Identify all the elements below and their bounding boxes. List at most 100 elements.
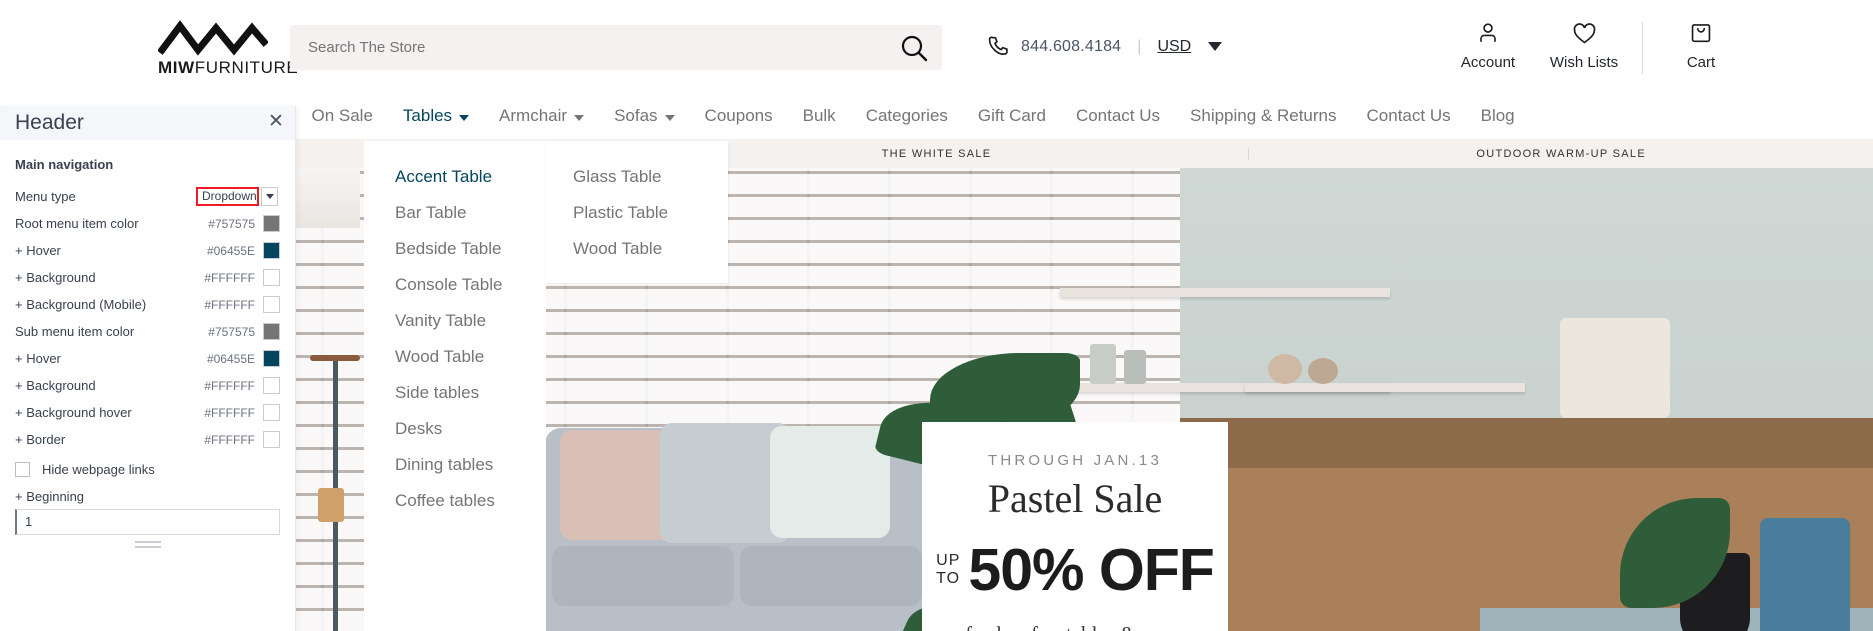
nav-item-shipping-returns[interactable]: Shipping & Returns: [1175, 106, 1351, 126]
setting-row-hide-webpage-links[interactable]: Hide webpage links: [15, 455, 280, 483]
zigzag-logo-icon: [158, 20, 278, 56]
menu-type-select[interactable]: Dropdown: [196, 187, 280, 206]
coffee-machine: [1560, 318, 1670, 418]
color-swatch[interactable]: [263, 350, 280, 367]
currency-label[interactable]: USD: [1157, 38, 1191, 56]
dropdown-item-label: Desks: [395, 419, 443, 438]
nav-item-on-sale[interactable]: On Sale: [296, 106, 387, 126]
setting-label: + Hover: [15, 243, 61, 258]
vertical-divider: [1642, 22, 1643, 74]
lamp-shade: [318, 488, 344, 522]
promo-card[interactable]: THROUGH JAN.13 Pastel Sale UP TO 50% OFF…: [922, 422, 1228, 631]
dropdown-item-console-table[interactable]: Console Table: [364, 267, 546, 303]
sofa-seat: [552, 546, 734, 606]
menu-type-value[interactable]: Dropdown: [196, 187, 259, 206]
dropdown-item-wood-table[interactable]: Wood Table: [364, 339, 546, 375]
wishlists-button[interactable]: Wish Lists: [1536, 18, 1632, 71]
dropdown-item-label: Coffee tables: [395, 491, 495, 510]
nav-label: Shipping & Returns: [1190, 106, 1337, 125]
dropdown-item-label: Console Table: [395, 275, 503, 294]
setting-value: #FFFFFF: [204, 270, 255, 285]
phone-number[interactable]: 844.608.4184: [1021, 38, 1121, 56]
nav-item-sofas[interactable]: Sofas: [599, 106, 689, 126]
submenu-item-wood-table[interactable]: Wood Table: [546, 231, 728, 267]
nav-item-gift-card[interactable]: Gift Card: [963, 106, 1061, 126]
tables-dropdown-menu: Accent Table Bar Table Bedside Table Con…: [364, 141, 584, 631]
color-swatch[interactable]: [263, 377, 280, 394]
setting-row-root-background: + Background #FFFFFF: [15, 264, 280, 291]
close-icon[interactable]: ✕: [266, 112, 286, 132]
logo-bold: MIW: [158, 58, 195, 77]
cart-icon: [1653, 18, 1749, 48]
nav-item-blog[interactable]: Blog: [1466, 106, 1530, 126]
color-swatch[interactable]: [263, 404, 280, 421]
setting-row-menu-type: Menu type Dropdown: [15, 183, 280, 210]
panel-title: Header: [15, 111, 84, 134]
submenu-item-glass-table[interactable]: Glass Table: [546, 159, 728, 195]
color-swatch[interactable]: [263, 431, 280, 448]
submenu-item-plastic-table[interactable]: Plastic Table: [546, 195, 728, 231]
nav-item-contact-us-2[interactable]: Contact Us: [1352, 106, 1466, 126]
nav-item-armchair[interactable]: Armchair: [484, 106, 599, 126]
color-swatch[interactable]: [263, 269, 280, 286]
color-swatch[interactable]: [263, 296, 280, 313]
nav-item-contact-us[interactable]: Contact Us: [1061, 106, 1175, 126]
chevron-down-icon[interactable]: [1208, 42, 1223, 51]
chevron-down-icon: [664, 114, 675, 121]
cart-button[interactable]: Cart: [1653, 18, 1749, 71]
hide-webpage-links-checkbox[interactable]: [15, 461, 30, 477]
chair: [1760, 518, 1850, 631]
user-icon: [1440, 18, 1536, 48]
dropdown-item-label: Vanity Table: [395, 311, 487, 330]
setting-label: + Background hover: [15, 405, 132, 420]
chevron-down-icon[interactable]: [261, 187, 278, 206]
color-swatch[interactable]: [263, 323, 280, 340]
dropdown-item-accent-table[interactable]: Accent Table: [364, 159, 584, 195]
menu-type-label: Menu type: [15, 189, 76, 204]
nav-label: Coupons: [704, 106, 773, 125]
setting-value: #FFFFFF: [204, 432, 255, 447]
nav-label: Gift Card: [977, 106, 1046, 125]
bowl: [1308, 358, 1338, 384]
shelf: [1245, 383, 1525, 392]
nav-item-categories[interactable]: Categories: [851, 106, 963, 126]
search-bar[interactable]: [290, 25, 942, 70]
nav-label: Bulk: [802, 106, 836, 125]
search-input[interactable]: [308, 25, 868, 70]
setting-label: + Background (Mobile): [15, 297, 147, 312]
promo-through: THROUGH JAN.13: [988, 452, 1162, 469]
setting-label: + Background: [15, 270, 96, 285]
submenu-item-label: Plastic Table: [573, 203, 669, 222]
promo-to: TO: [936, 570, 961, 587]
search-icon: [898, 32, 932, 64]
color-swatch[interactable]: [263, 215, 280, 232]
beginning-input[interactable]: 1: [15, 509, 280, 535]
store-logo-text: MIWFURNITURE: [158, 58, 298, 78]
dropdown-item-label: Dining tables: [395, 455, 494, 474]
chevron-down-icon: [459, 114, 470, 121]
phone-icon: [986, 34, 1011, 59]
setting-row-sub-hover: + Hover #06455E: [15, 345, 280, 372]
account-button[interactable]: Account: [1440, 18, 1536, 71]
nav-item-coupons[interactable]: Coupons: [690, 106, 788, 126]
dropdown-item-dining-tables[interactable]: Dining tables: [364, 447, 546, 483]
page-root: THE WHITE SALE OUTDOOR WARM-UP SALE THRO…: [0, 0, 1873, 631]
nav-label: Tables: [402, 106, 453, 125]
hide-webpage-links-label: Hide webpage links: [42, 461, 155, 477]
dropdown-item-desks[interactable]: Desks: [364, 411, 546, 447]
panel-body: Main navigation Menu type Dropdown Root …: [0, 140, 295, 548]
color-swatch[interactable]: [263, 242, 280, 259]
dropdown-item-bedside-table[interactable]: Bedside Table: [364, 231, 546, 267]
search-button[interactable]: [898, 31, 932, 65]
store-logo[interactable]: MIWFURNITURE: [158, 20, 298, 78]
nav-label: Blog: [1480, 106, 1515, 125]
dropdown-item-coffee-tables[interactable]: Coffee tables: [364, 483, 546, 519]
dropdown-item-vanity-table[interactable]: Vanity Table: [364, 303, 546, 339]
nav-item-tables[interactable]: Tables: [388, 106, 484, 126]
logo-light: FURNITURE: [194, 58, 299, 77]
header-settings-panel: Header ✕ Main navigation Menu type Dropd…: [0, 106, 296, 631]
dropdown-item-bar-table[interactable]: Bar Table: [364, 195, 546, 231]
resize-grip[interactable]: [134, 541, 161, 548]
dropdown-item-side-tables[interactable]: Side tables: [364, 375, 546, 411]
nav-item-bulk[interactable]: Bulk: [788, 106, 851, 126]
